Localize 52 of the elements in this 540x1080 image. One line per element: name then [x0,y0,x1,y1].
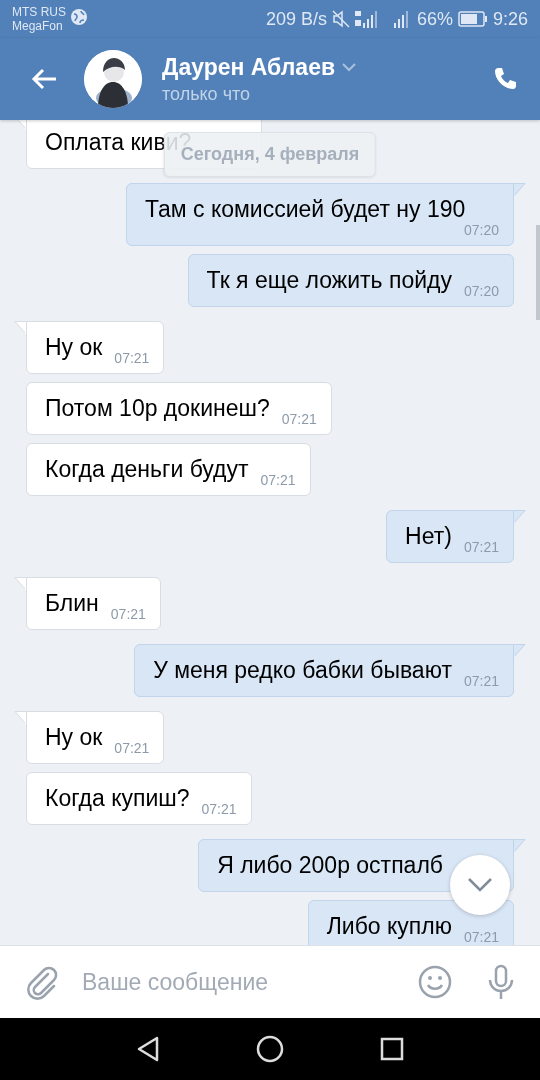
microphone-button[interactable] [486,964,516,1000]
signal-icon [354,9,379,29]
globe-icon [70,8,88,26]
message-time: 07:20 [462,223,499,237]
clock: 9:26 [492,8,528,30]
message-text: Там с комиссией будет ну 190 [145,196,466,223]
scrollbar[interactable] [536,225,540,320]
message-time: 07:21 [109,607,146,621]
avatar[interactable] [84,50,142,108]
attach-button[interactable] [24,964,60,1000]
message-time: 07:21 [462,674,499,688]
recent-apps-button[interactable] [380,1037,404,1061]
square-icon [380,1037,404,1061]
message-time: 07:21 [462,540,499,554]
back-arrow-icon [30,67,58,91]
carrier-name: MegaFon [12,19,64,33]
carrier-name: MTS RUS [12,5,66,19]
message-text: Когда купиш? [45,785,190,812]
triangle-icon [136,1036,160,1062]
contact-name[interactable]: Даурен Аблаев [162,53,336,81]
message-time: 07:21 [200,802,237,816]
network-speed: 209 B/s [265,8,327,30]
last-seen-status: только что [162,83,252,105]
message-time: 07:21 [280,412,317,426]
smiley-icon [418,965,452,999]
message-text: Нет) [405,523,452,550]
paperclip-icon [24,964,60,1000]
message-time: 07:21 [259,473,296,487]
message-text: Я либо 200р остпалб [217,852,443,879]
message-time: 07:21 [113,741,150,755]
message-time: 07:20 [462,284,499,298]
message-text: Ну ок [45,724,103,751]
muted-speaker-icon [331,10,350,28]
phone-icon [492,66,518,92]
message-text: Тк я еще ложить пойду [206,267,452,294]
home-button[interactable] [256,1035,284,1063]
emoji-button[interactable] [418,965,452,999]
message-time: 07:21 [462,930,499,944]
back-button[interactable] [136,1036,160,1062]
message-text: Когда деньги будут [45,456,249,483]
battery-percent: 66% [416,8,453,30]
message-time: 07:21 [113,351,150,365]
message-text: Потом 10р докинеш? [45,395,270,422]
message-text: Ну ок [45,334,103,361]
chevron-down-icon[interactable] [341,62,358,72]
battery-icon [457,11,488,27]
message-text: Либо куплю [326,913,452,940]
message-text: У меня редко бабки бывают [153,657,452,684]
microphone-icon [486,964,516,1000]
chevron-down-icon [467,877,493,893]
circle-icon [256,1035,284,1063]
message-text: Блин [45,590,99,617]
